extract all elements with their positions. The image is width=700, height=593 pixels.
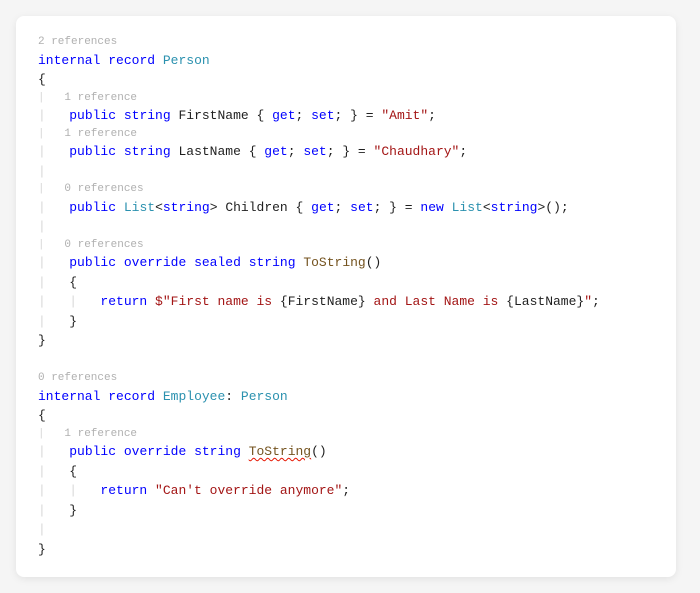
type-name: Person (163, 53, 210, 68)
code-editor-card: 2 references internal record Person { | … (16, 16, 676, 577)
code-line: | public string FirstName { get; set; } … (38, 106, 654, 126)
codelens-person[interactable]: 2 references (38, 34, 654, 51)
codelens-lastname[interactable]: | 1 reference (38, 126, 654, 143)
brace: { (38, 72, 46, 87)
code-line: internal record Employee: Person (38, 387, 654, 407)
codelens-tostring2[interactable]: | 1 reference (38, 426, 654, 443)
code-line: | } (38, 501, 654, 521)
blank-line (38, 351, 654, 371)
keyword: record (108, 53, 155, 68)
codelens-firstname[interactable]: | 1 reference (38, 90, 654, 107)
blank-line: | (38, 217, 654, 237)
blank-line: | (38, 520, 654, 540)
code-line: } (38, 331, 654, 351)
error-squiggle[interactable]: ToString (249, 444, 311, 459)
code-line: internal record Person (38, 51, 654, 71)
code-line: | public string LastName { get; set; } =… (38, 142, 654, 162)
code-line: | } (38, 312, 654, 332)
code-line: } (38, 540, 654, 560)
codelens-employee[interactable]: 0 references (38, 370, 654, 387)
code-line: { (38, 70, 654, 90)
code-line: | public override sealed string ToString… (38, 253, 654, 273)
code-line: | { (38, 462, 654, 482)
code-line: | { (38, 273, 654, 293)
codelens-children[interactable]: | 0 references (38, 181, 654, 198)
code-line: | | return "Can't override anymore"; (38, 481, 654, 501)
code-line: { (38, 406, 654, 426)
code-line: | public List<string> Children { get; se… (38, 198, 654, 218)
code-line: | public override string ToString() (38, 442, 654, 462)
code-line: | | return $"First name is {FirstName} a… (38, 292, 654, 312)
keyword: internal (38, 53, 100, 68)
blank-line: | (38, 162, 654, 182)
codelens-tostring1[interactable]: | 0 references (38, 237, 654, 254)
